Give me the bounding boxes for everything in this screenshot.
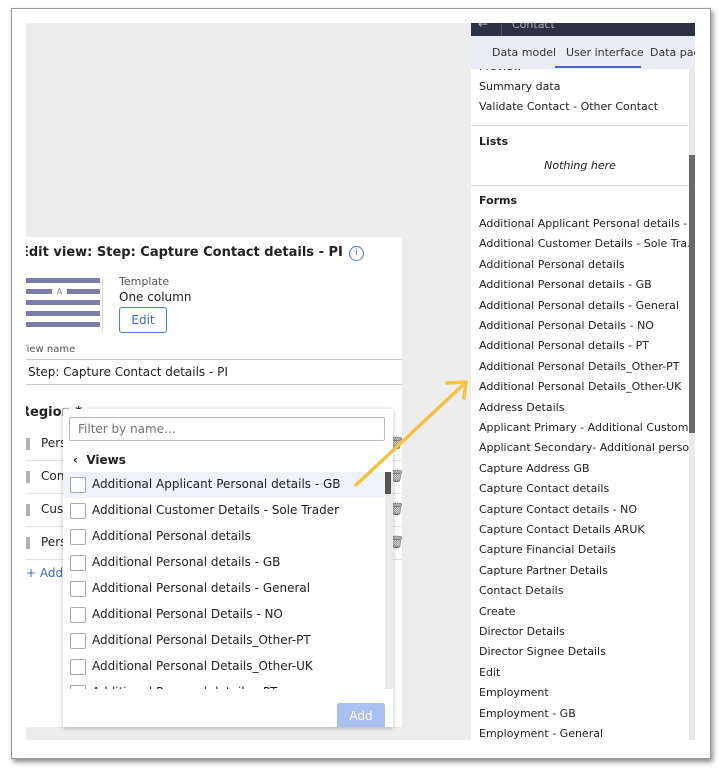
form-item[interactable]: Applicant Secondary- Additional perso... <box>479 441 689 454</box>
form-item[interactable]: Address Details <box>479 401 564 414</box>
panel-scrollbar[interactable] <box>689 69 695 740</box>
scrollbar-thumb[interactable] <box>385 472 391 494</box>
scrollbar-thumb[interactable] <box>689 155 695 433</box>
form-item[interactable]: Director Signee Details <box>479 645 606 658</box>
drag-handle-icon[interactable] <box>26 438 30 450</box>
form-item[interactable]: Create <box>479 605 516 618</box>
active-tab-indicator <box>555 66 641 68</box>
template-label: Template <box>119 275 170 288</box>
checkbox[interactable] <box>70 607 86 623</box>
view-option[interactable]: Additional Personal Details - NO <box>63 602 385 628</box>
filter-input[interactable] <box>69 417 385 441</box>
back-arrow-icon[interactable]: ← <box>478 23 488 31</box>
tab-data-pages[interactable]: Data page <box>650 46 695 59</box>
view-option[interactable]: Additional Applicant Personal details - … <box>63 472 385 498</box>
info-circle-icon[interactable]: i <box>348 246 364 261</box>
tab-user-interface[interactable]: User interface <box>566 46 644 59</box>
views-list-scrollbar[interactable] <box>385 472 393 689</box>
list-item[interactable]: Summary data <box>479 80 560 93</box>
form-item[interactable]: Applicant Primary - Additional Custom... <box>479 421 689 434</box>
form-item[interactable]: Additional Personal details <box>479 258 625 271</box>
drag-handle-icon[interactable] <box>26 504 30 516</box>
form-item[interactable]: Capture Financial Details <box>479 543 616 556</box>
view-name-input[interactable]: Step: Capture Contact details - PI <box>28 365 228 379</box>
divider <box>26 359 402 360</box>
right-panel: ← Contact Data model User interface Data… <box>471 23 695 740</box>
view-option[interactable]: Additional Personal Details_Other-UK <box>63 654 385 680</box>
form-item[interactable]: Additional Personal details - GB <box>479 278 652 291</box>
form-item[interactable]: Additional Personal Details_Other-PT <box>479 360 679 373</box>
template-badge: A <box>52 284 67 299</box>
form-item[interactable]: Employment - General <box>479 727 603 740</box>
list-item[interactable]: Validate Contact - Other Contact <box>479 100 658 113</box>
lists-section-header: Lists <box>479 135 509 148</box>
form-item[interactable]: Additional Personal details - General <box>479 299 679 312</box>
form-item[interactable]: Additional Personal Details_Other-UK <box>479 380 681 393</box>
form-item[interactable]: Additional Personal details - PT <box>479 339 649 352</box>
panel-title: Contact <box>512 23 555 31</box>
form-item[interactable]: Employment <box>479 686 549 699</box>
list-item[interactable]: Preview <box>479 69 522 73</box>
form-item[interactable]: Additional Personal Details - NO <box>479 319 654 332</box>
form-item[interactable]: Additional Applicant Personal details - … <box>479 217 689 230</box>
drag-handle-icon[interactable] <box>26 537 30 549</box>
view-name-label: View name <box>26 344 76 355</box>
divider <box>471 125 689 126</box>
panel-body: Preview Summary data Validate Contact - … <box>471 69 689 740</box>
template-value: One column <box>119 290 192 304</box>
form-item[interactable]: Edit <box>479 666 500 679</box>
forms-section-header: Forms <box>479 194 518 207</box>
add-button[interactable]: Add <box>337 703 385 727</box>
edit-template-button[interactable]: Edit <box>119 307 167 333</box>
checkbox[interactable] <box>70 659 86 675</box>
form-item[interactable]: Capture Contact Details ARUK <box>479 523 645 536</box>
form-item[interactable]: Employment - GB <box>479 707 576 720</box>
views-back-button[interactable]: ‹ Views <box>73 453 126 467</box>
form-item[interactable]: Additional Customer Details - Sole Tra..… <box>479 237 689 250</box>
form-item[interactable]: Director Details <box>479 625 565 638</box>
edit-view-title: Edit view: Step: Capture Contact details… <box>26 245 364 261</box>
checkbox[interactable] <box>70 581 86 597</box>
view-option[interactable]: Additional Customer Details - Sole Trade… <box>63 498 385 524</box>
chevron-left-icon: ‹ <box>73 453 87 467</box>
checkbox[interactable] <box>70 477 86 493</box>
divider <box>471 185 689 186</box>
view-option[interactable]: Additional Personal details - PT <box>63 680 385 689</box>
template-thumbnail: A <box>26 277 103 333</box>
form-item[interactable]: Capture Address GB <box>479 462 590 475</box>
views-list: Additional Applicant Personal details - … <box>63 472 385 689</box>
form-item[interactable]: Capture Partner Details <box>479 564 608 577</box>
checkbox[interactable] <box>70 633 86 649</box>
drag-handle-icon[interactable] <box>26 471 30 483</box>
divider <box>26 384 402 385</box>
view-option[interactable]: Additional Personal Details_Other-PT <box>63 628 385 654</box>
checkbox[interactable] <box>70 685 86 689</box>
form-item[interactable]: Capture Contact details <box>479 482 609 495</box>
tab-bar: Data model User interface Data page <box>471 36 695 69</box>
checkbox[interactable] <box>70 555 86 571</box>
checkbox[interactable] <box>70 529 86 545</box>
add-region-item-link[interactable]: + Add <box>26 566 63 580</box>
lists-empty-text: Nothing here <box>544 159 616 172</box>
view-option[interactable]: Additional Personal details - General <box>63 576 385 602</box>
views-picker-popover: ‹ Views Additional Applicant Personal de… <box>63 409 393 727</box>
checkbox[interactable] <box>70 503 86 519</box>
panel-header: ← Contact <box>471 23 695 36</box>
form-item[interactable]: Contact Details <box>479 584 563 597</box>
view-option[interactable]: Additional Personal details <box>63 524 385 550</box>
view-option[interactable]: Additional Personal details - GB <box>63 550 385 576</box>
tab-data-model[interactable]: Data model <box>492 46 556 59</box>
form-item[interactable]: Capture Contact details - NO <box>479 503 637 516</box>
